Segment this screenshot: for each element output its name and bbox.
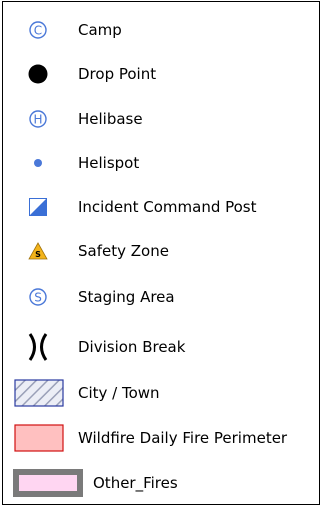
legend-item-division-break: Division Break xyxy=(3,332,319,362)
legend-label-city-town: City / Town xyxy=(78,384,160,402)
legend-item-camp: C Camp xyxy=(3,15,319,45)
legend-label-division-break: Division Break xyxy=(78,338,186,356)
legend-label-incident-command-post: Incident Command Post xyxy=(78,198,257,216)
legend-label-wildfire-daily-fire-perimeter: Wildfire Daily Fire Perimeter xyxy=(78,429,288,447)
legend-item-helispot: Helispot xyxy=(3,148,319,178)
incident-command-post-icon xyxy=(23,192,53,222)
legend-label-other-fires: Other_Fires xyxy=(93,474,178,492)
division-break-icon xyxy=(23,332,53,362)
legend-label-helibase: Helibase xyxy=(78,110,143,128)
legend-item-other-fires: Other_Fires xyxy=(3,468,319,498)
svg-text:H: H xyxy=(33,113,42,127)
legend-item-safety-zone: S Safety Zone xyxy=(3,236,319,266)
city-town-icon xyxy=(13,378,65,408)
other-fires-icon xyxy=(13,468,83,498)
legend-label-camp: Camp xyxy=(78,21,122,39)
legend-item-drop-point: Drop Point xyxy=(3,59,319,89)
drop-point-icon xyxy=(23,59,53,89)
fire-perimeter-icon xyxy=(13,423,65,453)
staging-area-icon: S xyxy=(23,282,53,312)
legend-item-city-town: City / Town xyxy=(3,378,319,408)
legend-label-drop-point: Drop Point xyxy=(78,65,157,83)
camp-icon: C xyxy=(23,15,53,45)
safety-zone-icon: S xyxy=(23,236,53,266)
svg-text:S: S xyxy=(35,250,41,259)
legend-label-staging-area: Staging Area xyxy=(78,288,175,306)
svg-text:C: C xyxy=(34,24,42,38)
svg-text:S: S xyxy=(34,291,42,305)
legend-label-safety-zone: Safety Zone xyxy=(78,242,169,260)
legend-item-helibase: H Helibase xyxy=(3,104,319,134)
helispot-icon xyxy=(23,148,53,178)
legend-item-staging-area: S Staging Area xyxy=(3,282,319,312)
map-legend: C Camp Drop Point H Helibase Helispot In… xyxy=(2,1,320,505)
helibase-icon: H xyxy=(23,104,53,134)
legend-label-helispot: Helispot xyxy=(78,154,140,172)
legend-item-incident-command-post: Incident Command Post xyxy=(3,192,319,222)
legend-item-wildfire-daily-fire-perimeter: Wildfire Daily Fire Perimeter xyxy=(3,423,319,453)
